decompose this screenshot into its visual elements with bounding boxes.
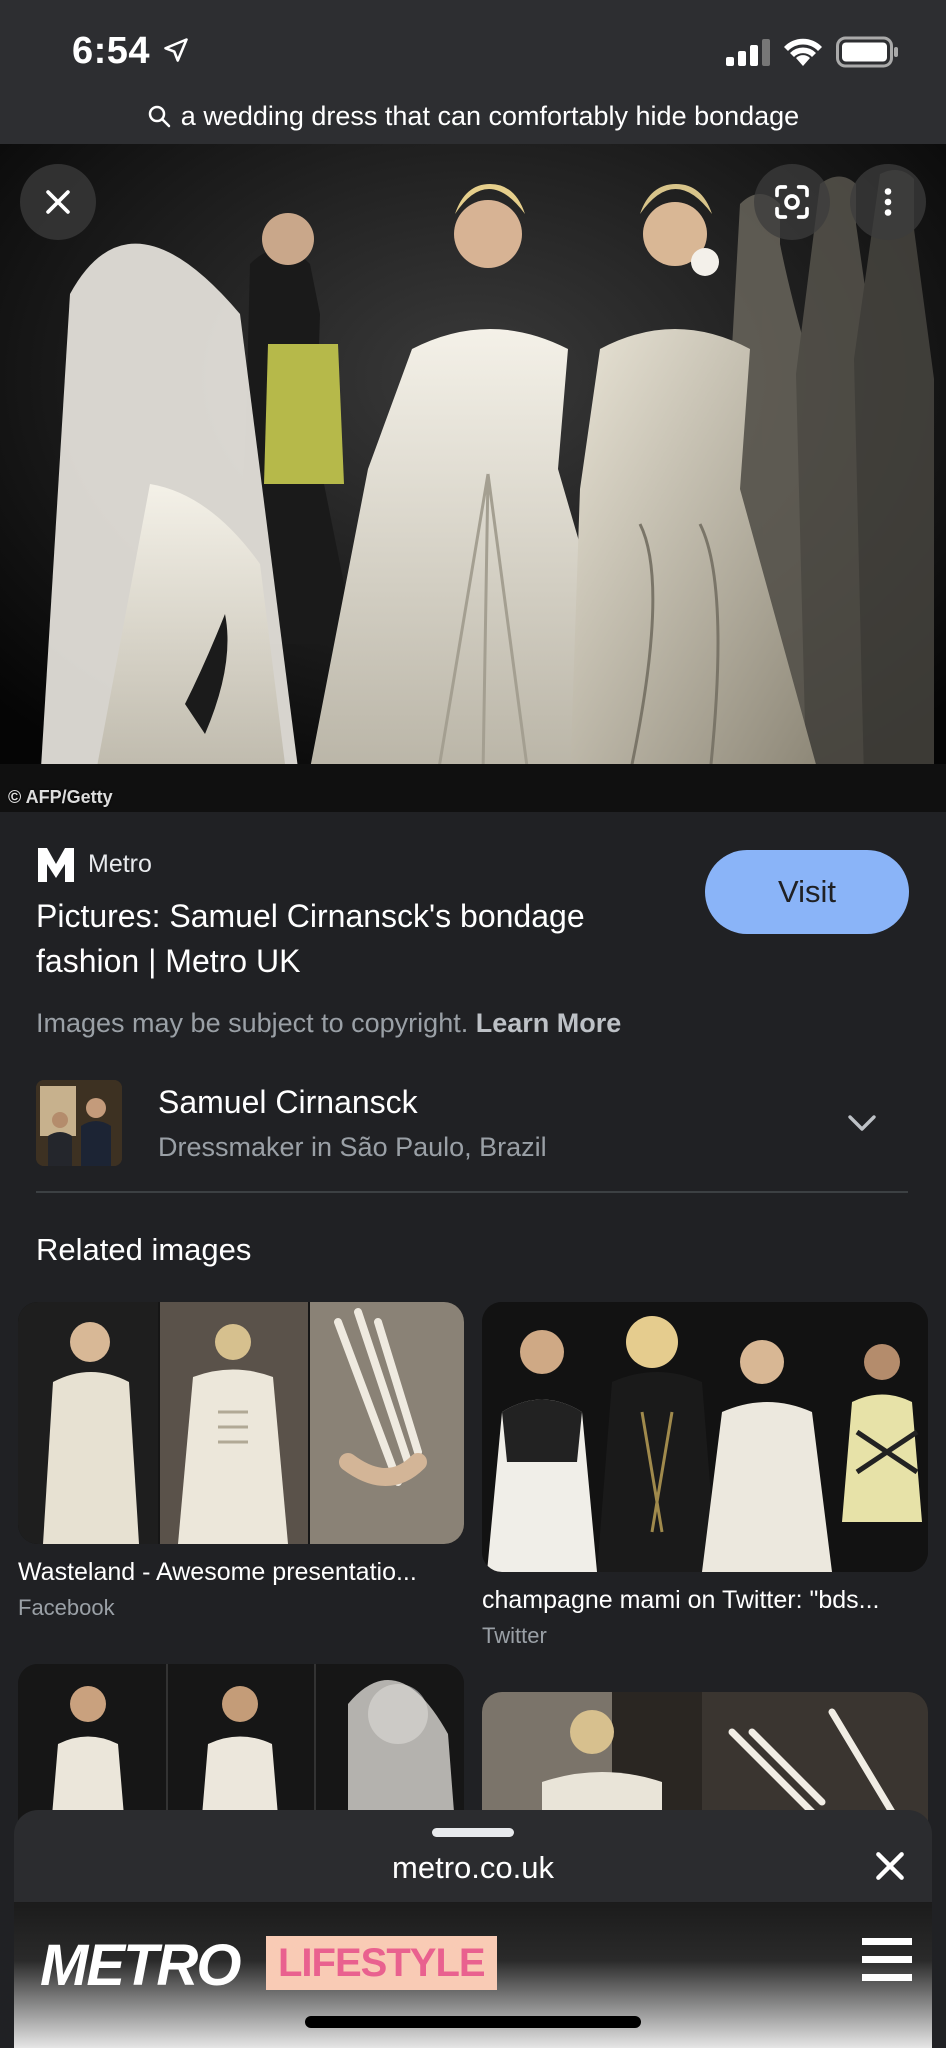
status-time: 6:54 xyxy=(72,30,151,72)
visit-button[interactable]: Visit xyxy=(705,850,909,934)
home-indicator[interactable] xyxy=(305,2016,641,2028)
menu-icon[interactable] xyxy=(862,1936,912,1984)
related-images-heading: Related images xyxy=(36,1232,252,1267)
related-image-source: Facebook xyxy=(18,1595,115,1620)
copyright-notice: Images may be subject to copyright. Lear… xyxy=(36,1008,621,1039)
result-title[interactable]: Pictures: Samuel Cirnansck's bondage fas… xyxy=(36,894,656,984)
battery-icon xyxy=(836,36,898,68)
sheet-drag-handle[interactable] xyxy=(432,1828,514,1837)
close-icon[interactable] xyxy=(870,1846,910,1886)
copyright-text: Images may be subject to copyright. xyxy=(36,1008,469,1038)
related-image-thumbnail[interactable] xyxy=(18,1302,464,1544)
main-image[interactable]: © AFP/Getty xyxy=(0,144,946,812)
site-preview-sheet[interactable]: metro.co.uk METRO LIFESTYLE xyxy=(14,1810,932,2048)
lens-icon xyxy=(775,185,809,219)
source-row[interactable]: Metro xyxy=(36,844,152,884)
metro-logo-icon xyxy=(36,844,76,884)
more-vert-icon xyxy=(884,188,892,216)
close-icon xyxy=(46,190,70,214)
lens-button[interactable] xyxy=(754,164,830,240)
chevron-down-icon[interactable] xyxy=(844,1108,880,1138)
close-button[interactable] xyxy=(20,164,96,240)
related-image-thumbnail[interactable] xyxy=(482,1302,928,1572)
divider xyxy=(36,1191,908,1193)
search-query-text: a wedding dress that can comfortably hid… xyxy=(180,100,800,131)
wifi-icon xyxy=(784,38,822,66)
location-arrow-icon xyxy=(164,38,188,62)
knowledge-panel-thumbnail xyxy=(36,1080,122,1166)
related-image-source: Twitter xyxy=(482,1623,547,1648)
signal-icon xyxy=(726,39,770,66)
learn-more-link[interactable]: Learn More xyxy=(476,1008,622,1038)
more-options-button[interactable] xyxy=(850,164,926,240)
related-image-card[interactable]: Wasteland - Awesome presentatio... Faceb… xyxy=(18,1302,464,1621)
lifestyle-section-badge[interactable]: LIFESTYLE xyxy=(266,1936,497,1990)
related-image-title: champagne mami on Twitter: "bds... xyxy=(482,1586,880,1614)
related-image-title: Wasteland - Awesome presentatio... xyxy=(18,1558,417,1586)
search-query-bar[interactable]: a wedding dress that can comfortably hid… xyxy=(0,88,946,144)
status-bar: 6:54 xyxy=(0,0,946,100)
related-image-card[interactable]: champagne mami on Twitter: "bds... Twitt… xyxy=(482,1302,928,1649)
source-name: Metro xyxy=(88,849,152,878)
search-icon xyxy=(148,105,171,128)
knowledge-panel-row[interactable]: Samuel Cirnansck Dressmaker in São Paulo… xyxy=(36,1078,908,1170)
sheet-domain: metro.co.uk xyxy=(392,1850,554,1885)
runway-photo xyxy=(0,144,946,812)
image-credit: © AFP/Getty xyxy=(8,787,113,807)
metro-site-logo[interactable]: METRO xyxy=(40,1932,241,1999)
knowledge-panel-name: Samuel Cirnansck xyxy=(158,1084,418,1120)
knowledge-panel-description: Dressmaker in São Paulo, Brazil xyxy=(158,1132,547,1162)
